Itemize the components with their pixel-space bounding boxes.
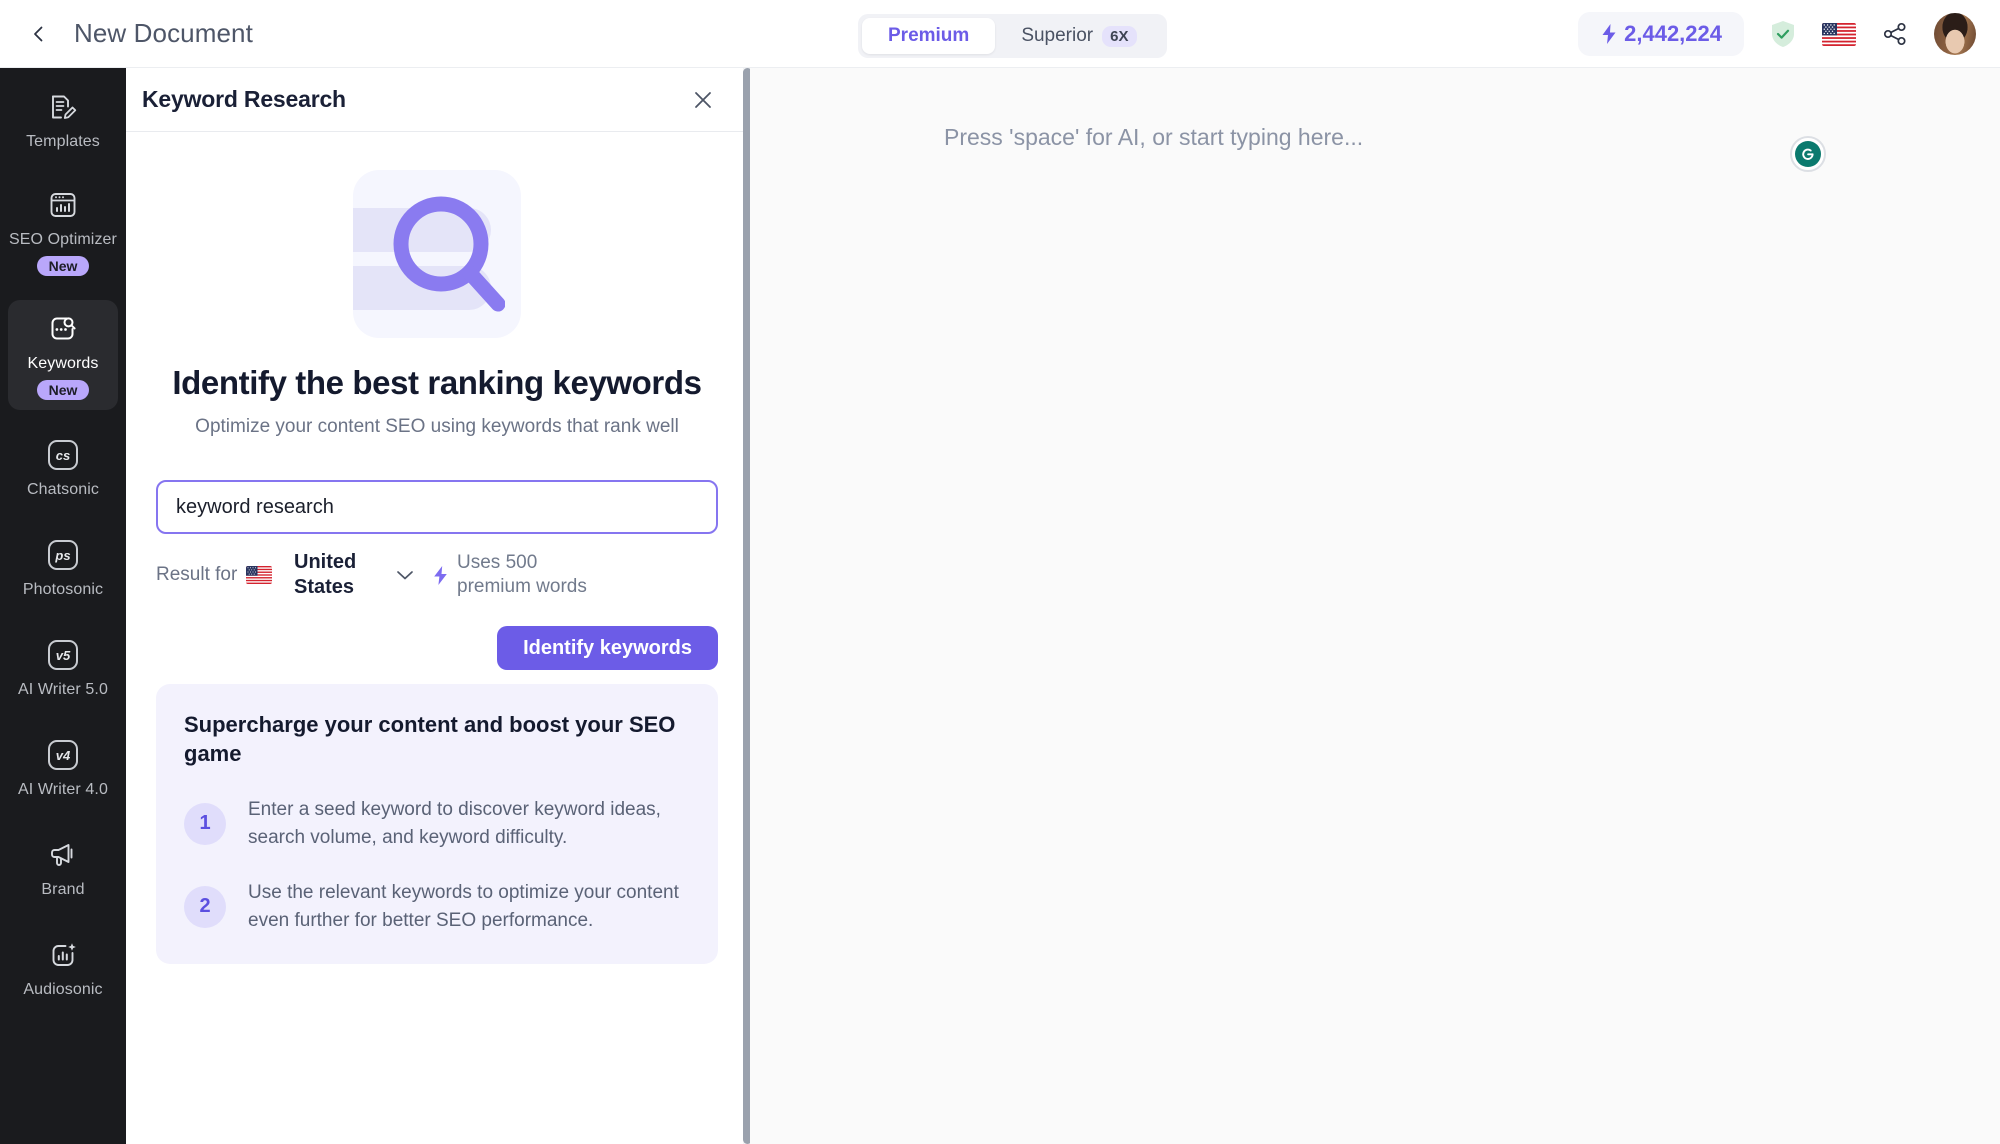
sidebar-item-label: Templates xyxy=(26,133,100,150)
result-for-label: Result for xyxy=(156,564,238,586)
sidebar-item-seo-optimizer[interactable]: SEO Optimizer New xyxy=(8,176,118,286)
v5-glyph: v5 xyxy=(48,640,78,670)
share-button[interactable] xyxy=(1878,17,1912,51)
v5-square-icon: v5 xyxy=(46,638,80,672)
ps-glyph: ps xyxy=(48,540,78,570)
list-item: 2 Use the relevant keywords to optimize … xyxy=(184,879,690,934)
tip-number: 2 xyxy=(184,885,226,928)
chevron-left-icon xyxy=(34,26,43,41)
sidebar-item-label: AI Writer 4.0 xyxy=(18,781,108,798)
us-flag-icon xyxy=(246,566,272,584)
tip-text: Use the relevant keywords to optimize yo… xyxy=(248,882,679,931)
tips-card: Supercharge your content and boost your … xyxy=(156,684,718,965)
hero-subtitle: Optimize your content SEO using keywords… xyxy=(195,416,679,437)
avatar[interactable] xyxy=(1934,13,1976,55)
magnifier-search-illustration xyxy=(353,170,521,338)
audio-bars-sparkle-icon xyxy=(46,938,80,972)
sidebar-item-label: Brand xyxy=(41,881,85,898)
shield-check-icon xyxy=(1772,21,1794,47)
credits-value: 2,442,224 xyxy=(1624,21,1722,46)
country-select[interactable]: United States xyxy=(246,550,416,600)
sidebar-item-label: Chatsonic xyxy=(26,481,100,498)
sidebar-item-keywords[interactable]: Keywords New xyxy=(8,300,118,410)
status-badge: New xyxy=(36,256,90,276)
cs-glyph: cs xyxy=(48,440,78,470)
us-flag-icon xyxy=(1822,22,1856,46)
tab-superior-badge: 6X xyxy=(1102,25,1137,47)
document-edit-icon xyxy=(46,90,80,124)
page-title: New Document xyxy=(74,18,253,48)
seo-chart-window-icon xyxy=(46,188,80,222)
v4-square-icon: v4 xyxy=(46,738,80,772)
plagiarism-shield-button[interactable] xyxy=(1766,17,1800,51)
panel-header: Keyword Research xyxy=(126,68,748,132)
left-sidebar: Templates SEO Optimizer New Keywords New… xyxy=(0,68,126,1144)
header-actions: 2,442,224 xyxy=(1578,0,1976,68)
sidebar-item-brand[interactable]: Brand xyxy=(8,826,118,910)
submit-row: Identify keywords xyxy=(156,626,718,670)
hero-title: Identify the best ranking keywords xyxy=(172,364,702,401)
mode-toggle[interactable]: Premium Superior 6X xyxy=(858,14,1167,58)
sidebar-item-label: Keywords xyxy=(27,355,99,372)
document-editor[interactable]: Press 'space' for AI, or start typing he… xyxy=(750,68,2000,1144)
result-region-row: Result for United States Uses 500 premiu… xyxy=(156,550,718,600)
close-panel-button[interactable] xyxy=(688,85,718,115)
identify-keywords-button[interactable]: Identify keywords xyxy=(497,626,718,670)
panel-title: Keyword Research xyxy=(142,86,346,112)
share-icon xyxy=(1883,22,1906,46)
grammarly-icon[interactable] xyxy=(1790,136,1826,172)
sidebar-item-label: Photosonic xyxy=(22,581,104,598)
back-button[interactable] xyxy=(22,17,56,51)
tab-superior[interactable]: Superior 6X xyxy=(995,18,1162,54)
chevron-down-icon xyxy=(394,564,416,586)
sidebar-item-ai-writer-5[interactable]: v5 AI Writer 5.0 xyxy=(8,626,118,710)
ps-square-icon: ps xyxy=(46,538,80,572)
sidebar-item-templates[interactable]: Templates xyxy=(8,78,118,162)
magnifier-icon xyxy=(393,196,505,312)
language-flag-button[interactable] xyxy=(1822,22,1856,46)
sidebar-item-audiosonic[interactable]: Audiosonic xyxy=(8,926,118,1010)
grammarly-g-icon xyxy=(1802,148,1814,160)
tip-text: Enter a seed keyword to discover keyword… xyxy=(248,799,661,848)
editor-placeholder: Press 'space' for AI, or start typing he… xyxy=(944,124,1364,150)
app-header: New Document Premium Superior 6X 2,442,2… xyxy=(0,0,2000,68)
close-icon xyxy=(695,91,711,108)
status-badge: New xyxy=(36,380,90,400)
keywords-search-icon xyxy=(46,312,80,346)
keyword-input[interactable] xyxy=(156,480,718,534)
tips-title: Supercharge your content and boost your … xyxy=(184,712,676,767)
credits-button[interactable]: 2,442,224 xyxy=(1578,12,1744,56)
sidebar-item-photosonic[interactable]: ps Photosonic xyxy=(8,526,118,610)
sidebar-item-label: Audiosonic xyxy=(23,981,103,998)
lightning-bolt-icon xyxy=(434,565,447,585)
lightning-bolt-icon xyxy=(1602,24,1616,44)
tab-premium[interactable]: Premium xyxy=(862,18,996,54)
keyword-research-panel: Keyword Research Identify the best ranki… xyxy=(126,68,749,1144)
tab-premium-label: Premium xyxy=(888,25,970,46)
v4-glyph: v4 xyxy=(48,740,78,770)
list-item: 1 Enter a seed keyword to discover keywo… xyxy=(184,796,690,851)
sidebar-item-label: SEO Optimizer xyxy=(9,231,117,248)
tip-number: 1 xyxy=(184,802,226,845)
premium-words-note: Uses 500 premium words xyxy=(432,551,607,599)
megaphone-icon xyxy=(46,838,80,872)
cs-square-icon: cs xyxy=(46,438,80,472)
premium-words-text: Uses 500 premium words xyxy=(457,552,587,597)
sidebar-item-label: AI Writer 5.0 xyxy=(18,681,108,698)
tab-superior-label: Superior xyxy=(1021,25,1094,46)
sidebar-item-ai-writer-4[interactable]: v4 AI Writer 4.0 xyxy=(8,726,118,810)
country-name: United States xyxy=(294,551,357,598)
panel-body: Identify the best ranking keywords Optim… xyxy=(126,132,748,965)
grammarly-glyph-circle xyxy=(1795,141,1821,167)
sidebar-item-chatsonic[interactable]: cs Chatsonic xyxy=(8,426,118,510)
